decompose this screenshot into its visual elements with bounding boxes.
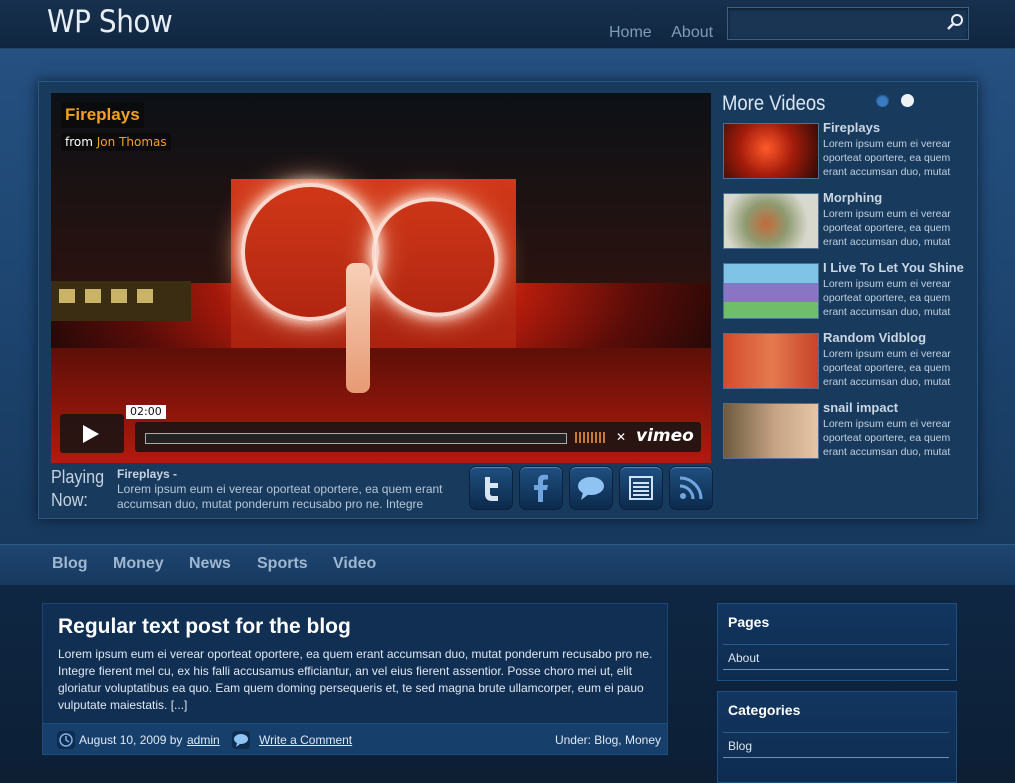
content-area: Regular text post for the blog Lorem ips… (0, 585, 1015, 783)
featured-band: Fireplays from Jon Thomas 02:00 ✕ vimeo … (0, 49, 1015, 544)
list-item[interactable]: snail impact Lorem ipsum eum ei verear o… (723, 400, 973, 473)
facebook-icon (534, 474, 548, 502)
from-label: from (65, 135, 93, 149)
post-author-link[interactable]: admin (187, 733, 220, 747)
video-time: 02:00 (126, 405, 166, 419)
list-item[interactable]: I Live To Let You Shine Lorem ipsum eum … (723, 260, 973, 333)
blog-post: Regular text post for the blog Lorem ips… (42, 603, 668, 725)
nav-home[interactable]: Home (609, 24, 652, 41)
category-link-blog[interactable]: Blog (728, 739, 752, 753)
comment-icon (578, 477, 604, 500)
video-item-desc: Lorem ipsum eum ei verear oporteat oport… (823, 348, 951, 388)
video-author[interactable]: Jon Thomas (97, 135, 167, 149)
category-nav: Blog Money News Sports Video (0, 544, 1015, 586)
video-item-title[interactable]: Random Vidblog (823, 330, 926, 345)
video-thumbnail[interactable] (723, 263, 819, 319)
pages-widget: Pages About (717, 603, 957, 681)
comment-button[interactable] (569, 466, 613, 510)
search-input[interactable] (734, 13, 938, 35)
play-icon (83, 425, 99, 443)
fullscreen-icon[interactable]: ✕ (616, 431, 628, 443)
twitter-icon (485, 477, 498, 501)
cat-money[interactable]: Money (113, 555, 164, 573)
slider-dot-1[interactable] (876, 94, 889, 107)
video-byline: from Jon Thomas (61, 133, 171, 151)
post-body: Lorem ipsum eum ei verear oporteat oport… (58, 647, 653, 712)
nav-about[interactable]: About (671, 24, 713, 41)
cat-video[interactable]: Video (333, 555, 376, 573)
more-videos-heading: More Videos (722, 92, 826, 115)
twitter-button[interactable] (469, 466, 513, 510)
post-categories: Under: Blog, Money (554, 733, 661, 747)
site-logo[interactable]: WP Show (47, 4, 173, 40)
write-comment-link[interactable]: Write a Comment (259, 733, 352, 747)
playing-now-label: Playing Now: (51, 466, 104, 512)
vimeo-logo[interactable]: vimeo (636, 426, 694, 446)
top-nav: Home About (609, 24, 729, 42)
divider (723, 669, 949, 670)
playing-now-title[interactable]: Fireplays - (117, 467, 177, 481)
video-thumbnail[interactable] (723, 123, 819, 179)
more-videos-list: Fireplays Lorem ipsum eum ei verear opor… (723, 120, 973, 473)
video-thumbnail[interactable] (723, 193, 819, 249)
video-person (346, 263, 370, 393)
list-item[interactable]: Random Vidblog Lorem ipsum eum ei verear… (723, 330, 973, 403)
play-button[interactable] (60, 414, 124, 453)
video-item-desc: Lorem ipsum eum ei verear oporteat oport… (823, 138, 951, 178)
categories-widget: Categories Blog (717, 691, 957, 783)
comment-bubble-icon (232, 731, 250, 749)
video-thumbnail[interactable] (723, 403, 819, 459)
video-item-title[interactable]: I Live To Let You Shine (823, 260, 964, 275)
divider (723, 644, 949, 645)
playing-now-label-line1: Playing (51, 467, 105, 487)
post-meta: August 10, 2009 by admin Write a Comment… (42, 723, 668, 755)
cat-sports[interactable]: Sports (257, 555, 308, 573)
playing-now-label-line2: Now: (51, 490, 88, 510)
playing-now-desc: Lorem ipsum eum ei verear oporteat oport… (117, 482, 443, 511)
list-button[interactable] (619, 466, 663, 510)
rss-button[interactable] (669, 466, 713, 510)
video-title[interactable]: Fireplays (61, 102, 144, 128)
video-item-desc: Lorem ipsum eum ei verear oporteat oport… (823, 278, 951, 318)
list-item[interactable]: Fireplays Lorem ipsum eum ei verear opor… (723, 120, 973, 193)
page-link-about[interactable]: About (728, 651, 759, 665)
list-item[interactable]: Morphing Lorem ipsum eum ei verear oport… (723, 190, 973, 263)
cat-news[interactable]: News (189, 555, 231, 573)
cat-blog[interactable]: Blog (52, 555, 88, 573)
post-date: August 10, 2009 by (79, 733, 183, 747)
pages-widget-title: Pages (728, 614, 770, 630)
rss-icon (679, 476, 703, 500)
search-icon[interactable] (946, 13, 964, 31)
video-building (51, 281, 191, 321)
video-item-desc: Lorem ipsum eum ei verear oporteat oport… (823, 418, 951, 458)
divider (723, 757, 949, 758)
post-title[interactable]: Regular text post for the blog (58, 615, 351, 639)
categories-widget-title: Categories (728, 702, 801, 718)
video-item-desc: Lorem ipsum eum ei verear oporteat oport… (823, 208, 951, 248)
featured-stage: Fireplays from Jon Thomas 02:00 ✕ vimeo … (38, 81, 978, 519)
facebook-button[interactable] (519, 466, 563, 510)
clock-icon (57, 731, 75, 749)
divider (723, 732, 949, 733)
video-item-title[interactable]: snail impact (823, 400, 898, 415)
slider-dot-2[interactable] (901, 94, 914, 107)
video-player[interactable]: Fireplays from Jon Thomas 02:00 ✕ vimeo (51, 93, 711, 463)
video-item-title[interactable]: Fireplays (823, 120, 880, 135)
player-controls: ✕ vimeo (135, 422, 701, 452)
video-item-title[interactable]: Morphing (823, 190, 882, 205)
search-box (727, 7, 969, 40)
progress-track[interactable] (145, 433, 567, 444)
site-header: WP Show Home About (0, 0, 1015, 49)
volume-control[interactable] (575, 432, 607, 443)
video-thumbnail[interactable] (723, 333, 819, 389)
list-icon (629, 476, 653, 500)
